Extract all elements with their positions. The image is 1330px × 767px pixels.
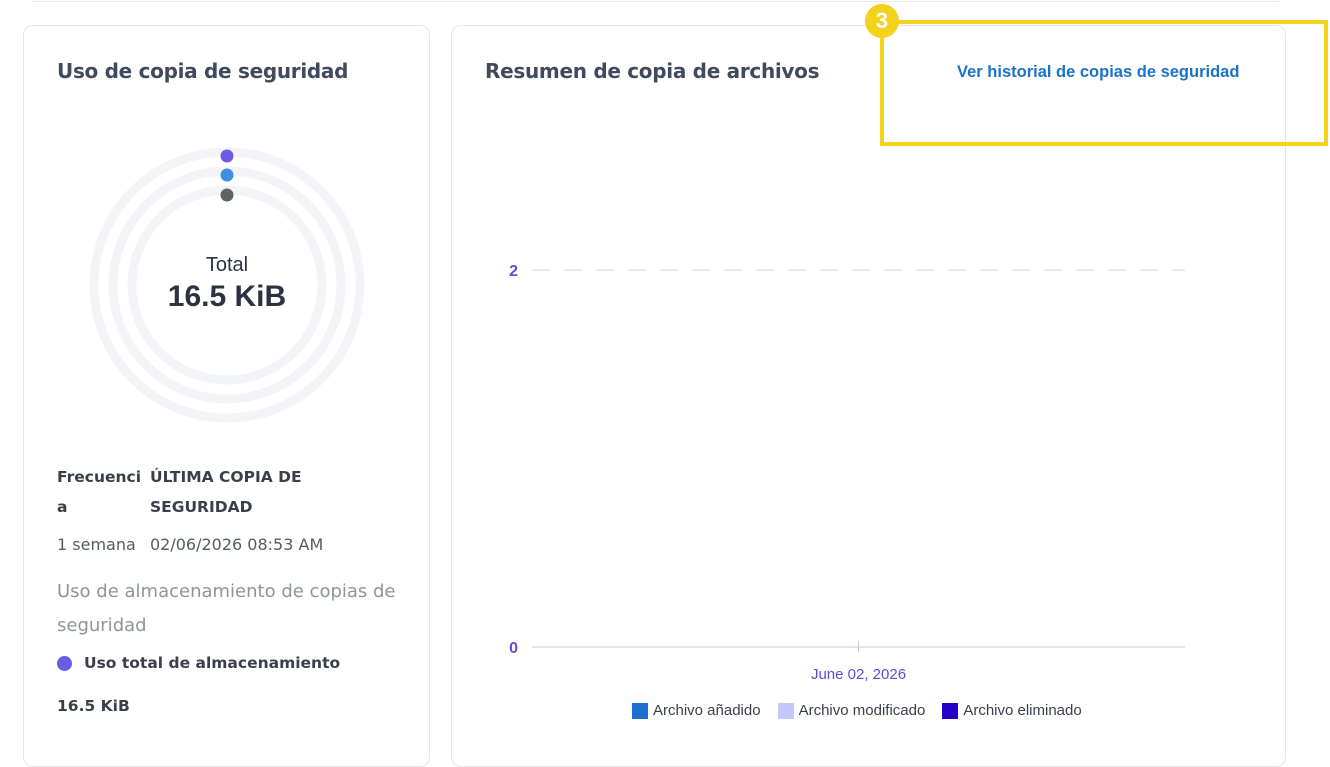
x-tick-label: June 02, 2026 xyxy=(811,666,906,683)
donut-total-label: Total xyxy=(205,254,249,276)
y-tick-label: 2 xyxy=(509,263,518,280)
ring-marker-2 xyxy=(220,168,234,182)
highlight-badge: 3 xyxy=(865,4,899,38)
chart-legend: Archivo añadido Archivo modificado Archivo… xyxy=(632,702,1099,719)
backup-usage-title: Uso de copia de seguridad xyxy=(57,59,349,83)
frequency-value: 1 semana xyxy=(57,535,136,554)
last-backup-header: ÚLTIMA COPIA DE SEGURIDAD xyxy=(150,468,302,516)
frequency-header: Frecuencia xyxy=(57,468,142,516)
storage-total-value: 16.5 KiB xyxy=(57,697,130,715)
legend-item[interactable]: Archivo modificado xyxy=(777,702,926,719)
ring-marker-1 xyxy=(220,149,234,163)
highlight-annotation-box xyxy=(880,20,1328,146)
legend-label: Archivo modificado xyxy=(798,702,926,719)
top-divider xyxy=(33,1,1279,2)
storage-legend-dot xyxy=(57,655,72,671)
last-backup-value: 02/06/2026 08:53 AM xyxy=(150,535,324,554)
ring-marker-3 xyxy=(220,188,234,202)
legend-swatch xyxy=(632,702,648,719)
legend-swatch xyxy=(942,702,959,719)
usage-donut-chart: Total 16.5 KiB xyxy=(89,147,365,423)
storage-legend: Uso total de almacenamiento xyxy=(57,654,340,672)
storage-usage-heading: Uso de almacenamiento de copias de segur… xyxy=(57,581,396,636)
donut-total-value: 16.5 KiB xyxy=(167,280,287,313)
legend-item[interactable]: Archivo añadido xyxy=(632,702,761,719)
legend-swatch xyxy=(777,702,794,719)
legend-label: Archivo eliminado xyxy=(963,702,1082,719)
backup-usage-card: Uso de copia de seguridad Total 16.5 KiB… xyxy=(23,25,430,767)
legend-label: Archivo añadido xyxy=(653,702,761,719)
legend-item[interactable]: Archivo eliminado xyxy=(942,702,1082,719)
y-tick-label: 0 xyxy=(509,640,518,657)
storage-legend-label: Uso total de almacenamiento xyxy=(84,654,341,672)
